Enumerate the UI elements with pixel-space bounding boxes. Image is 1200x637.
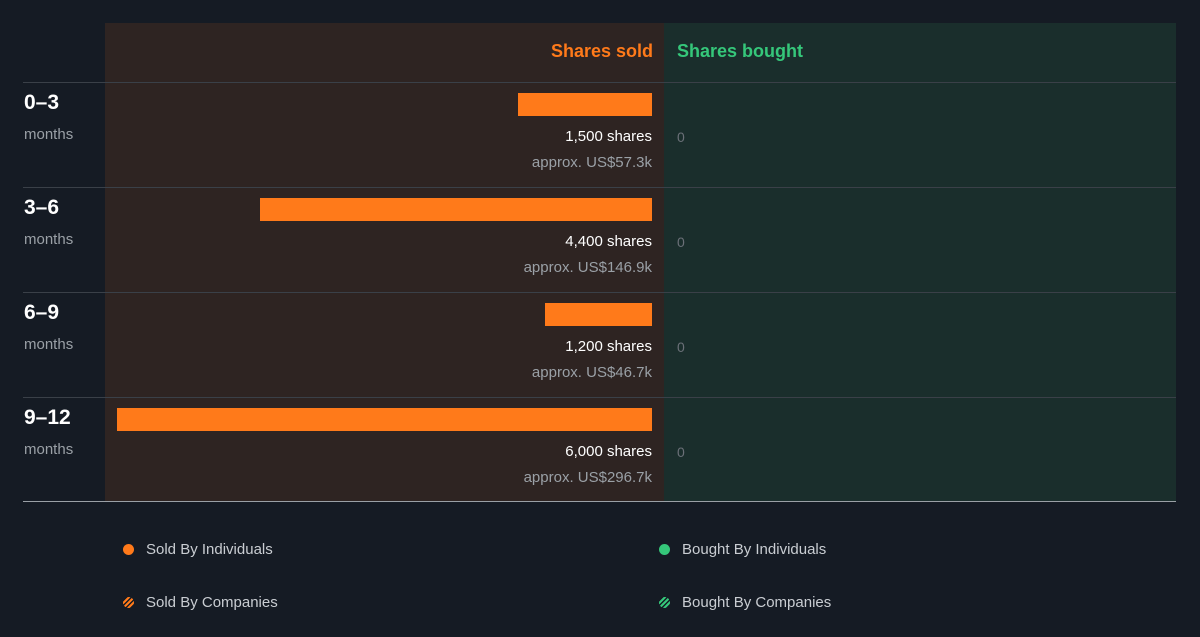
sold-shares-label: 1,200 shares	[565, 338, 652, 355]
bought-shares-label: 0	[677, 129, 685, 145]
legend-item: Sold By Individuals	[123, 541, 273, 558]
striped-dot-icon	[123, 597, 134, 608]
period-unit-label: months	[24, 441, 74, 458]
shares-sold-header: Shares sold	[550, 41, 653, 61]
sold-shares-label: 4,400 shares	[565, 233, 652, 250]
sold-shares-label: 1,500 shares	[565, 128, 652, 145]
sold-bar	[117, 408, 652, 431]
bought-shares-label: 0	[677, 234, 685, 250]
striped-dot-icon	[659, 597, 670, 608]
insider-trading-chart: Shares sold Shares bought 0–3 months 1,500…	[0, 0, 1200, 502]
shares-bought-panel	[664, 23, 1176, 501]
sold-value-label: approx. US$46.7k	[531, 364, 652, 381]
legend-label: Sold By Individuals	[146, 541, 273, 558]
legend-item: Sold By Companies	[123, 594, 278, 611]
sold-bar	[518, 93, 652, 116]
legend-label: Bought By Companies	[682, 594, 832, 611]
legend-label: Sold By Companies	[146, 594, 278, 611]
row-divider	[23, 187, 1176, 188]
row-divider	[23, 82, 1176, 83]
row-divider	[23, 397, 1176, 398]
dot-icon	[659, 544, 670, 555]
period-label: 6–9	[24, 301, 60, 324]
period-label: 0–3	[24, 91, 60, 114]
legend-item: Bought By Companies	[659, 594, 831, 611]
period-unit-label: months	[24, 231, 74, 248]
chart-baseline	[23, 501, 1176, 502]
sold-value-label: approx. US$146.9k	[523, 259, 652, 276]
bought-shares-label: 0	[677, 339, 685, 355]
period-label: 9–12	[24, 406, 71, 429]
bought-shares-label: 0	[677, 444, 685, 460]
dot-icon	[123, 544, 134, 555]
period-label: 3–6	[24, 196, 60, 219]
sold-bar	[260, 198, 652, 221]
period-unit-label: months	[24, 336, 74, 353]
shares-bought-header: Shares bought	[677, 41, 804, 61]
sold-shares-label: 6,000 shares	[565, 443, 652, 460]
period-unit-label: months	[24, 126, 74, 143]
legend-label: Bought By Individuals	[682, 541, 827, 558]
sold-value-label: approx. US$57.3k	[531, 154, 652, 171]
row-divider	[23, 292, 1176, 293]
sold-value-label: approx. US$296.7k	[523, 469, 652, 486]
sold-bar	[545, 303, 652, 326]
legend-item: Bought By Individuals	[659, 541, 826, 558]
